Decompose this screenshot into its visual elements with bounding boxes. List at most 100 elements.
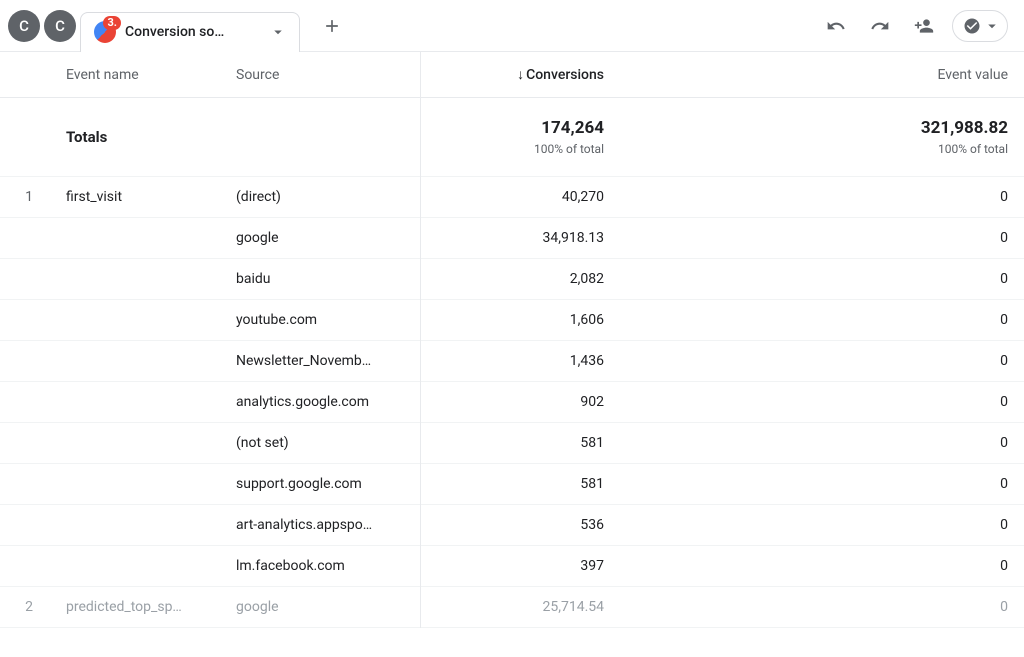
row-conversions: 902 bbox=[420, 382, 620, 423]
table-row[interactable]: google34,918.130 bbox=[0, 218, 1024, 259]
tab-pinned-2[interactable]: C bbox=[44, 10, 76, 42]
row-event-value: 0 bbox=[620, 546, 1024, 587]
totals-event-value: 321,988.82 bbox=[636, 118, 1008, 138]
share-button[interactable] bbox=[908, 10, 940, 42]
row-conversions: 581 bbox=[420, 464, 620, 505]
row-event-name bbox=[50, 464, 220, 505]
row-event-name bbox=[50, 259, 220, 300]
row-source: analytics.google.com bbox=[220, 382, 420, 423]
row-conversions: 25,714.54 bbox=[420, 587, 620, 628]
row-event-name bbox=[50, 382, 220, 423]
row-event-value: 0 bbox=[620, 505, 1024, 546]
table-row[interactable]: 2predicted_top_sp…google25,714.540 bbox=[0, 587, 1024, 628]
col-conversions-header[interactable]: ↓Conversions bbox=[420, 52, 620, 98]
insights-button[interactable] bbox=[952, 10, 1008, 42]
col-index-header bbox=[0, 52, 50, 98]
col-event-name-header[interactable]: Event name bbox=[50, 52, 220, 98]
row-index bbox=[0, 341, 50, 382]
sort-down-icon: ↓ bbox=[517, 67, 524, 83]
row-index: 2 bbox=[0, 587, 50, 628]
row-event-value: 0 bbox=[620, 341, 1024, 382]
row-source: google bbox=[220, 587, 420, 628]
redo-button[interactable] bbox=[864, 10, 896, 42]
undo-icon bbox=[826, 16, 846, 36]
table-row[interactable]: baidu2,0820 bbox=[0, 259, 1024, 300]
table-row[interactable]: art-analytics.appspo…5360 bbox=[0, 505, 1024, 546]
row-event-value: 0 bbox=[620, 300, 1024, 341]
row-source: art-analytics.appspo… bbox=[220, 505, 420, 546]
row-source: (not set) bbox=[220, 423, 420, 464]
row-conversions: 2,082 bbox=[420, 259, 620, 300]
row-event-value: 0 bbox=[620, 259, 1024, 300]
add-tab-button[interactable] bbox=[312, 6, 352, 46]
redo-icon bbox=[870, 16, 890, 36]
table-row[interactable]: (not set)5810 bbox=[0, 423, 1024, 464]
row-source: support.google.com bbox=[220, 464, 420, 505]
row-conversions: 1,436 bbox=[420, 341, 620, 382]
col-conversions-label: Conversions bbox=[526, 67, 604, 83]
tab-badge: 3. bbox=[103, 16, 121, 30]
row-event-name bbox=[50, 341, 220, 382]
chevron-down-icon[interactable] bbox=[269, 23, 287, 41]
tab-active[interactable]: 3. Conversion so… bbox=[80, 12, 300, 52]
totals-label: Totals bbox=[50, 98, 220, 177]
row-event-name bbox=[50, 546, 220, 587]
tab-bar: C C 3. Conversion so… bbox=[0, 0, 1024, 52]
row-event-name bbox=[50, 300, 220, 341]
table-row[interactable]: lm.facebook.com3970 bbox=[0, 546, 1024, 587]
row-index bbox=[0, 218, 50, 259]
col-event-value-header[interactable]: Event value bbox=[620, 52, 1024, 98]
row-event-value: 0 bbox=[620, 218, 1024, 259]
row-event-value: 0 bbox=[620, 464, 1024, 505]
tab-title: Conversion so… bbox=[125, 24, 224, 40]
report-table-container[interactable]: Event name Source ↓Conversions Event val… bbox=[0, 52, 1024, 657]
row-source: lm.facebook.com bbox=[220, 546, 420, 587]
table-row[interactable]: support.google.com5810 bbox=[0, 464, 1024, 505]
row-source: (direct) bbox=[220, 177, 420, 218]
toolbar-right bbox=[820, 10, 1016, 42]
plus-icon bbox=[322, 16, 342, 36]
report-table: Event name Source ↓Conversions Event val… bbox=[0, 52, 1024, 628]
totals-conversions-sub: 100% of total bbox=[437, 142, 605, 156]
table-row[interactable]: Newsletter_Novemb…1,4360 bbox=[0, 341, 1024, 382]
row-index bbox=[0, 382, 50, 423]
totals-event-value-sub: 100% of total bbox=[636, 142, 1008, 156]
chevron-down-icon bbox=[983, 17, 1001, 35]
table-row[interactable]: 1first_visit(direct)40,2700 bbox=[0, 177, 1024, 218]
row-index bbox=[0, 423, 50, 464]
row-conversions: 536 bbox=[420, 505, 620, 546]
row-event-value: 0 bbox=[620, 587, 1024, 628]
row-event-value: 0 bbox=[620, 423, 1024, 464]
row-event-name: predicted_top_sp… bbox=[50, 587, 220, 628]
row-event-name bbox=[50, 423, 220, 464]
person-add-icon bbox=[914, 16, 934, 36]
row-conversions: 581 bbox=[420, 423, 620, 464]
row-index bbox=[0, 464, 50, 505]
tab-pinned-1[interactable]: C bbox=[8, 10, 40, 42]
row-conversions: 1,606 bbox=[420, 300, 620, 341]
row-index bbox=[0, 259, 50, 300]
row-conversions: 397 bbox=[420, 546, 620, 587]
row-event-name: first_visit bbox=[50, 177, 220, 218]
tab-icon: 3. bbox=[93, 20, 117, 44]
table-row[interactable]: analytics.google.com9020 bbox=[0, 382, 1024, 423]
totals-row: Totals 174,264 100% of total 321,988.82 … bbox=[0, 98, 1024, 177]
col-source-header[interactable]: Source bbox=[220, 52, 420, 98]
row-event-value: 0 bbox=[620, 177, 1024, 218]
totals-conversions-value: 174,264 bbox=[437, 118, 605, 138]
row-source: youtube.com bbox=[220, 300, 420, 341]
row-index bbox=[0, 546, 50, 587]
row-event-name bbox=[50, 218, 220, 259]
row-source: baidu bbox=[220, 259, 420, 300]
table-row[interactable]: youtube.com1,6060 bbox=[0, 300, 1024, 341]
row-index bbox=[0, 300, 50, 341]
row-source: Newsletter_Novemb… bbox=[220, 341, 420, 382]
row-conversions: 40,270 bbox=[420, 177, 620, 218]
row-index: 1 bbox=[0, 177, 50, 218]
row-conversions: 34,918.13 bbox=[420, 218, 620, 259]
row-event-value: 0 bbox=[620, 382, 1024, 423]
check-circle-icon bbox=[963, 17, 981, 35]
row-source: google bbox=[220, 218, 420, 259]
undo-button[interactable] bbox=[820, 10, 852, 42]
row-event-name bbox=[50, 505, 220, 546]
